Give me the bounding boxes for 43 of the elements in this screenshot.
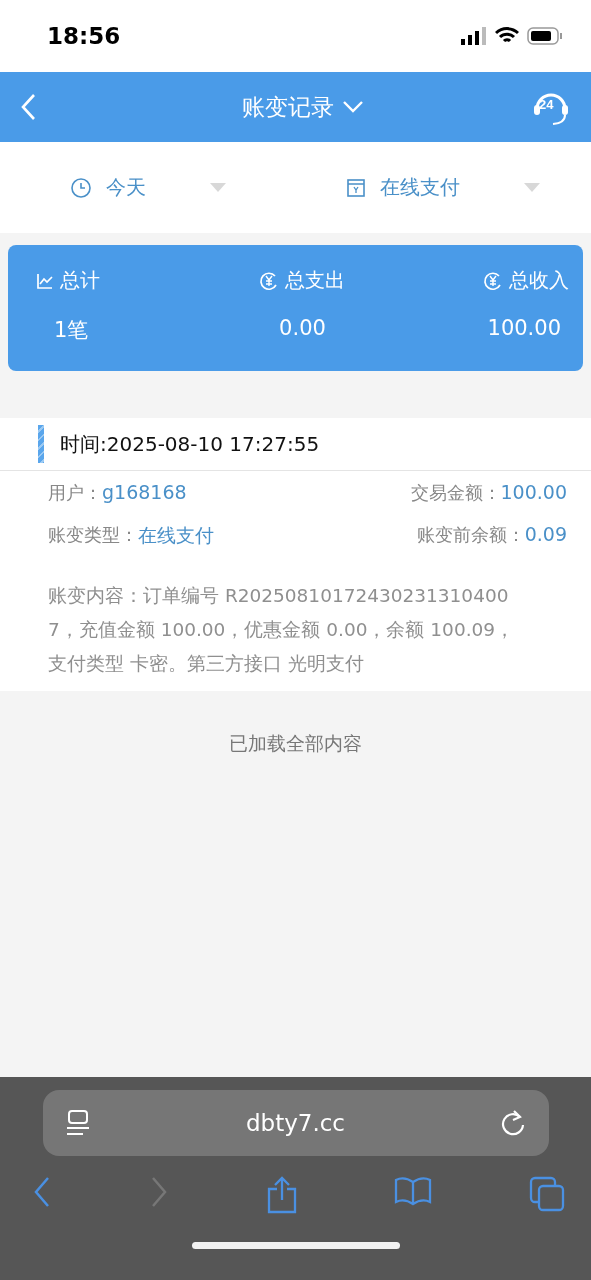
field-value: 100.00	[500, 481, 567, 505]
battery-icon	[527, 27, 563, 45]
filter-dropdown[interactable]: 在线支付	[295, 173, 591, 202]
back-button[interactable]	[20, 93, 36, 121]
yuan-coin-icon	[259, 270, 280, 291]
wallet-icon	[346, 177, 367, 198]
signal-icon	[461, 27, 487, 45]
summary-label: 总支出	[285, 267, 346, 294]
field-label: 账变类型：	[48, 523, 138, 547]
line-chart-icon	[36, 271, 54, 290]
address-bar[interactable]: dbty7.cc	[42, 1090, 549, 1156]
status-time: 18:56	[47, 23, 121, 49]
summary-label: 总收入	[509, 267, 569, 294]
field-value: 在线支付	[138, 523, 214, 548]
chevron-down-icon	[341, 100, 364, 114]
field-label: 交易金额：	[410, 481, 501, 505]
reader-icon[interactable]	[64, 1109, 91, 1137]
field-label: 账变前余额：	[416, 523, 525, 547]
field-value: 0.09	[524, 523, 567, 547]
summary-value: 100.00	[487, 316, 561, 340]
filter-dropdown[interactable]: 今天	[0, 173, 296, 202]
caret-icon	[209, 182, 226, 193]
field-label: 用户：	[48, 481, 102, 505]
tabs-icon[interactable]	[529, 1176, 565, 1212]
record-time: 时间:2025-08-10 17:27:55	[60, 430, 320, 458]
caret-icon	[524, 182, 541, 193]
support-button[interactable]: 24	[531, 87, 571, 127]
clock-icon	[69, 176, 92, 199]
share-icon[interactable]	[265, 1176, 298, 1214]
record-content: 账变内容：订单编号 R202508101724302313104007，充值金额 100.00，优惠金额 0.00，余额 100.09，支付类型 卡密。第三方接口 光明支付	[48, 584, 516, 676]
book-icon[interactable]	[394, 1176, 433, 1206]
yuan-coin-icon	[483, 270, 503, 291]
wifi-icon	[495, 27, 519, 45]
url-text: dbty7.cc	[245, 1110, 346, 1136]
back-icon[interactable]	[32, 1176, 52, 1208]
loaded-all-text: 已加载全部内容	[229, 732, 362, 754]
reload-icon[interactable]	[500, 1109, 527, 1137]
summary-value: 1笔	[54, 317, 89, 344]
field-value: g168168	[102, 481, 187, 505]
summary-label: 总计	[60, 267, 100, 294]
title-dropdown[interactable]: 账变记录	[241, 91, 364, 123]
summary-value: 0.00	[279, 316, 326, 340]
accent-stripe	[38, 425, 44, 463]
